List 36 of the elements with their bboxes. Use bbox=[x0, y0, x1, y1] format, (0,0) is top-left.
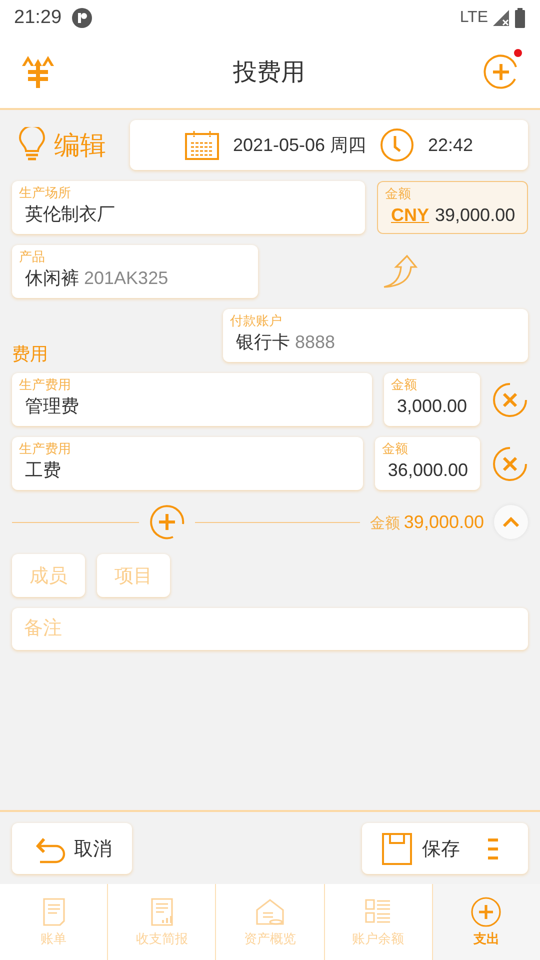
lightbulb-icon bbox=[18, 127, 46, 163]
section-title: 费用 bbox=[12, 343, 49, 366]
save-button[interactable]: 保存 bbox=[362, 823, 528, 874]
battery-icon bbox=[514, 8, 526, 28]
total-amount: 金额 39,000.00 bbox=[370, 512, 484, 532]
menu-icon bbox=[486, 836, 500, 860]
chevron-up-icon bbox=[502, 516, 520, 528]
expense-type-field[interactable]: 生产费用 工费 bbox=[12, 437, 363, 490]
place-field[interactable]: 生产场所 英伦制衣厂 bbox=[12, 181, 365, 234]
time-text: 22:42 bbox=[428, 134, 474, 156]
date-text: 2021-05-06 周四 bbox=[232, 134, 366, 157]
app-status-icon bbox=[72, 8, 92, 28]
remove-button[interactable] bbox=[492, 382, 528, 418]
curved-arrow-icon bbox=[382, 254, 418, 290]
remove-button[interactable] bbox=[492, 446, 528, 482]
collapse-button[interactable] bbox=[494, 505, 528, 539]
add-expense-button[interactable] bbox=[148, 504, 185, 540]
cancel-button[interactable]: 取消 bbox=[12, 823, 132, 874]
status-time: 21:29 bbox=[14, 7, 62, 29]
mode-label: 编辑 bbox=[54, 128, 106, 162]
clock-icon bbox=[380, 128, 414, 162]
signal-icon bbox=[492, 9, 510, 27]
product-field[interactable]: 产品 休闲裤 201AK325 bbox=[12, 245, 258, 298]
network-label: LTE bbox=[460, 9, 488, 27]
payment-account-field[interactable]: 付款账户 银行卡 8888 bbox=[223, 309, 528, 362]
page-title: 投费用 bbox=[232, 58, 306, 88]
expense-amount-field[interactable]: 金额 36,000.00 bbox=[374, 437, 480, 490]
datetime-card[interactable]: 2021-05-06 周四 22:42 bbox=[130, 120, 528, 170]
expense-amount-field[interactable]: 金额 3,000.00 bbox=[384, 373, 480, 426]
calendar-icon bbox=[184, 130, 219, 160]
plus-icon bbox=[470, 896, 502, 928]
amount-field[interactable]: 金额 CNY 39,000.00 bbox=[377, 181, 528, 234]
house-icon bbox=[254, 896, 286, 928]
note-field[interactable]: 备注 bbox=[12, 608, 528, 650]
expense-type-field[interactable]: 生产费用 管理费 bbox=[12, 373, 372, 426]
logo-icon bbox=[20, 54, 56, 90]
